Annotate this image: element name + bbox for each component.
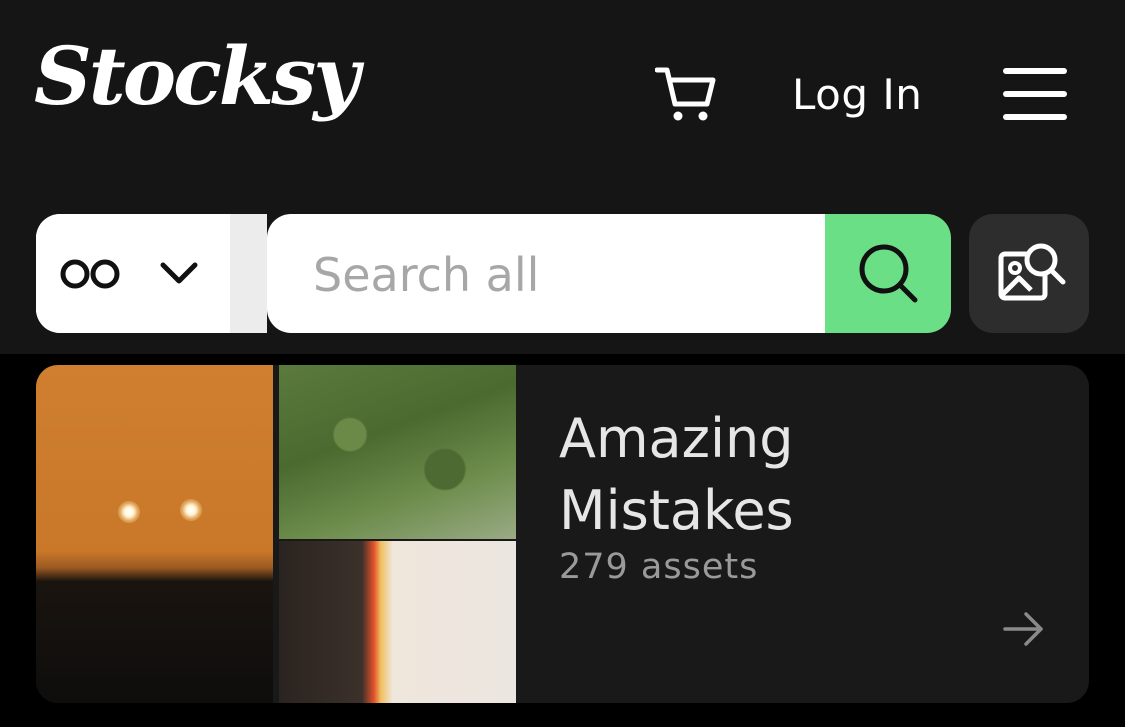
visual-search-button[interactable] — [969, 214, 1089, 333]
infinity-icon — [60, 259, 120, 289]
site-header: Stocksy Log In — [0, 0, 1125, 354]
menu-button[interactable] — [1003, 68, 1067, 120]
chevron-down-icon — [160, 262, 198, 284]
search-icon — [859, 244, 918, 303]
image-search-icon — [998, 243, 1066, 301]
asset-count: 279 assets — [559, 547, 759, 587]
hamburger-menu-icon-bar — [1003, 114, 1067, 120]
hamburger-menu-icon — [1003, 68, 1067, 74]
arrow-right-icon[interactable] — [1002, 607, 1046, 651]
stocksy-logo[interactable]: Stocksy — [34, 36, 360, 116]
collection-thumbnail — [36, 365, 273, 703]
cart-icon — [654, 67, 716, 121]
search-field — [267, 214, 827, 333]
collection-card[interactable]: Amazing Mistakes 279 assets — [36, 365, 1089, 703]
login-link[interactable]: Log In — [792, 70, 922, 119]
search-button[interactable] — [825, 214, 951, 333]
scope-divider — [230, 214, 267, 333]
headlight-glow — [180, 499, 202, 521]
collection-thumbnail — [279, 365, 516, 539]
hamburger-menu-icon-bar — [1003, 91, 1067, 97]
search-input[interactable] — [311, 242, 815, 308]
collection-title: Amazing Mistakes — [559, 407, 794, 542]
headlight-glow — [118, 501, 140, 523]
search-scope-dropdown[interactable] — [36, 214, 267, 333]
cart-button[interactable] — [654, 64, 717, 124]
collection-thumbnail — [279, 541, 516, 703]
